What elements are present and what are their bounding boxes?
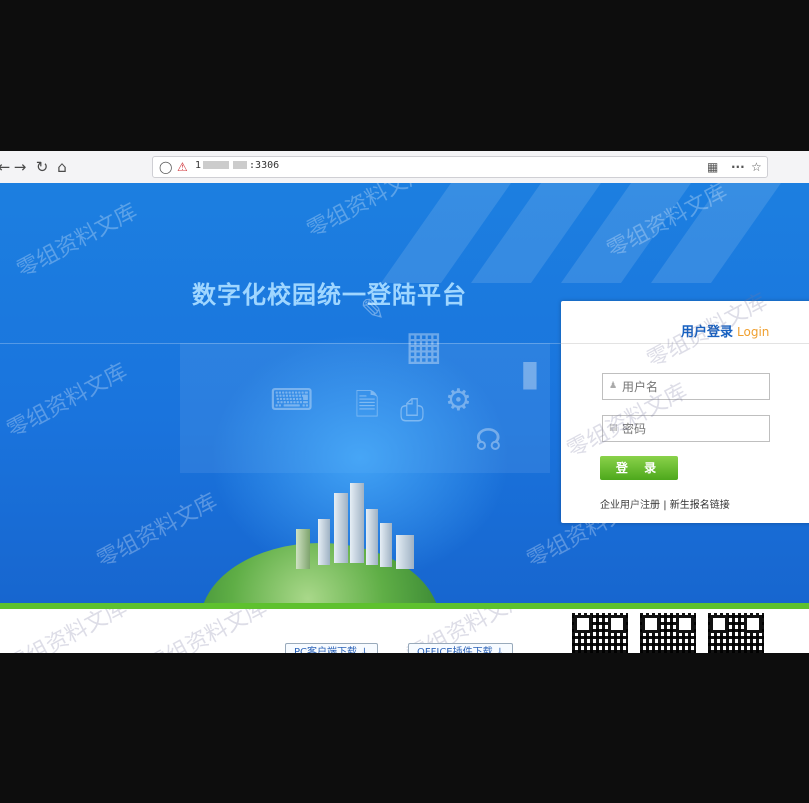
printer-icon: ⎙ <box>400 393 424 428</box>
watermark: 零组资料文库 <box>13 199 142 284</box>
building <box>366 509 378 565</box>
lock-icon: ▤ <box>609 423 618 433</box>
keyboard-icon: ⌨ <box>270 383 314 418</box>
reader-mode-icon[interactable]: ▦ <box>707 159 718 175</box>
page-footer: 零组资料文库 零组资料文库 零组资料文库 PC客户端下载 ↓ OFFICE插件下… <box>0 609 809 653</box>
building <box>318 519 330 565</box>
bookmark-star-icon[interactable]: ☆ <box>751 159 762 175</box>
redacted-host <box>203 161 230 169</box>
watermark: 零组资料文库 <box>3 359 132 444</box>
browser-screen: ← → ↻ ⌂ ◯ ⚠ 1:3306 ▦ ··· ☆ 数字化校园统一登陆平台 ⌨… <box>0 151 809 653</box>
shield-icon[interactable]: ◯ <box>159 159 172 175</box>
office-plugin-download-button[interactable]: OFFICE插件下载 ↓ <box>408 643 514 653</box>
watermark: 零组资料文库 <box>93 489 222 574</box>
link-separator: | <box>663 500 667 511</box>
login-links: 企业用户注册 | 新生报名链接 <box>600 496 730 511</box>
password-field[interactable]: ▤ <box>602 415 770 442</box>
building <box>396 535 414 569</box>
tree-cluster <box>296 529 310 569</box>
register-link[interactable]: 企业用户注册 <box>600 500 660 511</box>
enroll-link[interactable]: 新生报名链接 <box>670 500 730 511</box>
login-panel: 用户登录Login ♟ ▤ 登 录 企业用户注册 | 新生报名链接 <box>561 301 809 523</box>
watermark: 零组资料文库 <box>143 609 272 653</box>
browser-toolbar: ← → ↻ ⌂ ◯ ⚠ 1:3306 ▦ ··· ☆ <box>0 151 809 184</box>
notebook-icon: ▮ <box>520 353 540 394</box>
url-text[interactable]: 1:3306 <box>195 160 279 171</box>
address-bar[interactable]: ◯ ⚠ 1:3306 ▦ ··· ☆ <box>152 156 768 178</box>
document-icon: 🗎 <box>355 388 380 423</box>
pc-client-download-button[interactable]: PC客户端下载 ↓ <box>285 643 378 653</box>
login-button[interactable]: 登 录 <box>600 456 678 480</box>
home-icon[interactable]: ⌂ <box>52 157 72 177</box>
calculator-icon: ▦ <box>405 323 443 369</box>
page-actions-icon[interactable]: ··· <box>731 159 745 175</box>
login-divider <box>561 343 809 344</box>
redacted-host-part <box>233 161 248 169</box>
headset-icon: ☊ <box>475 423 502 458</box>
forward-icon[interactable]: → <box>10 157 30 177</box>
username-field[interactable]: ♟ <box>602 373 770 400</box>
qr-code <box>640 613 696 653</box>
watermark: 零组资料文库 <box>303 183 432 244</box>
qr-code <box>708 613 764 653</box>
watermark: 零组资料文库 <box>3 609 132 653</box>
page-title: 数字化校园统一登陆平台 <box>192 281 467 309</box>
username-input[interactable] <box>622 377 762 396</box>
qr-code <box>572 613 628 653</box>
building <box>380 523 392 567</box>
password-input[interactable] <box>622 419 762 438</box>
reload-icon[interactable]: ↻ <box>32 157 52 177</box>
tools-icon: ⚙ <box>445 383 472 418</box>
user-icon: ♟ <box>609 381 618 391</box>
insecure-lock-icon[interactable]: ⚠ <box>177 159 188 175</box>
building <box>334 493 348 563</box>
hero-banner: 数字化校园统一登陆平台 ⌨ 🗎 ▦ ⎙ ✎ ☊ ▮ ⚙ 用户登录 Login ♟ … <box>0 183 809 603</box>
login-title: 用户登录 Login <box>681 325 770 340</box>
pencil-icon: ✎ <box>360 293 386 328</box>
building <box>350 483 364 563</box>
